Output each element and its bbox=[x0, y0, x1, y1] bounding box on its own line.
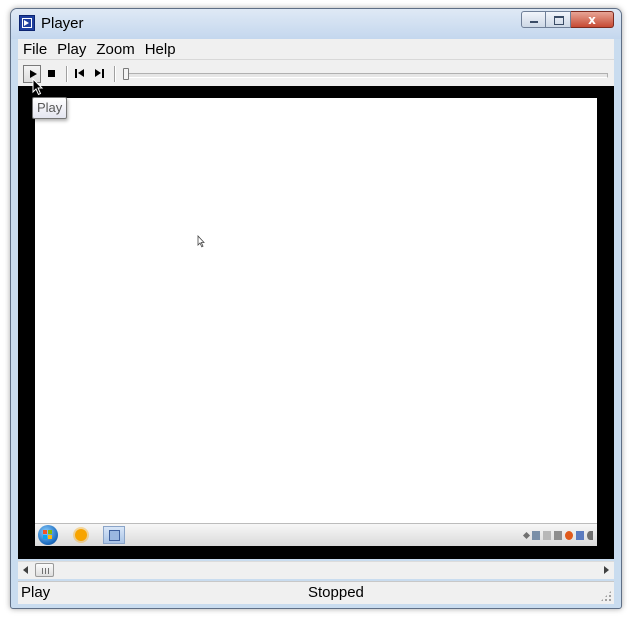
play-icon bbox=[30, 70, 37, 78]
menu-file[interactable]: File bbox=[18, 41, 52, 58]
maximize-button[interactable] bbox=[546, 11, 571, 28]
skip-forward-icon bbox=[95, 69, 105, 78]
status-action: Play bbox=[21, 584, 51, 601]
maximize-icon bbox=[554, 16, 564, 25]
app-icon bbox=[19, 15, 35, 31]
next-button[interactable] bbox=[91, 65, 109, 83]
menu-zoom[interactable]: Zoom bbox=[91, 41, 139, 58]
play-tooltip: Play bbox=[32, 97, 68, 119]
seek-track[interactable] bbox=[126, 73, 608, 78]
picture-app-icon bbox=[103, 526, 125, 544]
sun-app-icon bbox=[67, 526, 97, 544]
tray-sound-icon bbox=[543, 530, 551, 540]
stop-button[interactable] bbox=[43, 65, 61, 83]
toolbar bbox=[18, 60, 614, 86]
minimize-button[interactable] bbox=[521, 11, 546, 28]
seek-slider-thumb[interactable] bbox=[123, 68, 129, 80]
toolbar-separator bbox=[66, 66, 68, 82]
resize-grip-icon[interactable] bbox=[600, 590, 612, 602]
status-bar: Play Stopped bbox=[18, 581, 614, 604]
video-pointer-icon bbox=[197, 235, 205, 248]
start-orb-icon bbox=[38, 525, 58, 545]
scroll-right-icon[interactable] bbox=[604, 566, 609, 574]
title-bar[interactable]: Player x bbox=[11, 9, 621, 39]
status-state: Stopped bbox=[308, 584, 364, 601]
horizontal-scrollbar[interactable] bbox=[18, 561, 614, 579]
menu-bar: File Play Zoom Help bbox=[18, 39, 614, 60]
minimize-icon bbox=[530, 21, 538, 23]
window-title: Player bbox=[41, 15, 84, 32]
close-button[interactable]: x bbox=[571, 11, 614, 28]
scrollbar-thumb[interactable] bbox=[35, 563, 54, 577]
menu-play[interactable]: Play bbox=[52, 41, 91, 58]
player-window: Player x File Play Zoom Help Play Stoppe… bbox=[10, 8, 622, 609]
toolbar-separator bbox=[114, 66, 116, 82]
menu-help[interactable]: Help bbox=[140, 41, 181, 58]
previous-button[interactable] bbox=[71, 65, 89, 83]
mouse-pointer-icon bbox=[32, 78, 44, 96]
window-controls: x bbox=[521, 11, 614, 30]
video-area[interactable] bbox=[18, 86, 614, 559]
video-taskbar bbox=[35, 523, 597, 546]
tray-power-icon bbox=[554, 530, 562, 540]
system-tray bbox=[522, 529, 593, 541]
tray-expand-icon bbox=[522, 531, 531, 539]
scroll-left-icon[interactable] bbox=[23, 566, 28, 574]
close-icon: x bbox=[588, 13, 596, 27]
skip-back-icon bbox=[75, 69, 85, 78]
tray-moon-icon bbox=[587, 530, 593, 540]
stop-icon bbox=[48, 70, 55, 77]
video-frame bbox=[35, 98, 597, 546]
tray-firefox-icon bbox=[565, 530, 573, 540]
tray-shield-icon bbox=[576, 530, 584, 540]
tray-network-icon bbox=[532, 530, 540, 540]
